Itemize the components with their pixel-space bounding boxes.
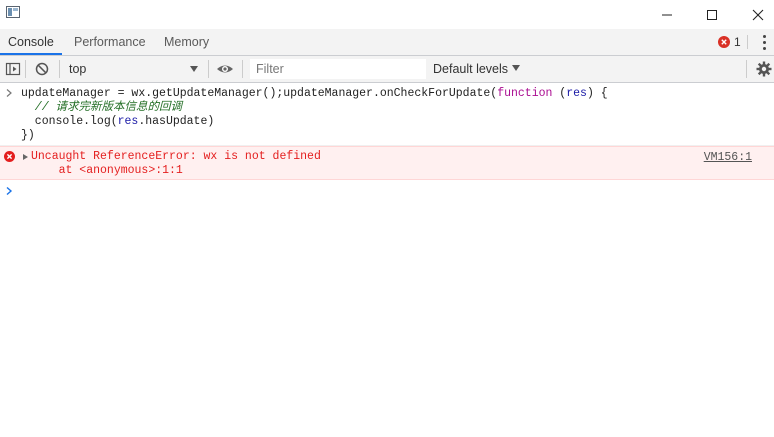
expand-triangle-icon[interactable] [23,154,28,160]
error-stack-trace: at <anonymous>:1:1 [31,164,183,177]
tab-console[interactable]: Console [0,29,62,55]
console-output[interactable]: updateManager = wx.getUpdateManager();up… [0,84,774,437]
code-text: updateManager = wx.getUpdateManager();up… [21,87,498,100]
live-expression-button[interactable] [216,61,233,77]
divider [59,60,60,78]
minimize-icon [662,14,672,15]
dropdown-arrow-icon [190,66,198,72]
clear-console-icon [35,62,49,76]
error-counter[interactable]: 1 [718,35,741,49]
filter-input[interactable] [251,60,425,78]
code-text: ) { [586,87,608,100]
filter-input-box[interactable] [250,59,426,79]
error-count: 1 [734,35,741,49]
sidebar-toggle-icon [5,62,21,76]
kebab-dot-icon [763,35,766,38]
close-icon [752,9,764,20]
console-prompt-icon[interactable] [5,186,13,196]
sidebar-toggle-button[interactable] [5,61,21,77]
code-line-3: console.log(res.hasUpdate) [21,115,214,129]
close-button[interactable] [735,0,774,29]
kebab-dot-icon [763,41,766,44]
console-input-entry[interactable]: updateManager = wx.getUpdateManager();up… [0,84,774,146]
code-param: res [117,115,139,128]
app-window-icon [6,6,20,18]
divider [242,60,243,78]
log-levels-dropdown[interactable]: Default levels [433,61,521,77]
chevron-right-icon [6,89,12,97]
divider [747,35,748,49]
tab-memory[interactable]: Memory [156,29,217,55]
gear-icon [756,61,772,77]
context-selector[interactable]: top [63,59,203,79]
divider [746,60,747,78]
code-comment: // 请求完新版本信息的回调 [21,101,183,114]
error-source-link[interactable]: VM156:1 [704,151,752,165]
code-text: console.log( [21,115,118,128]
minimize-button[interactable] [644,0,690,29]
tab-performance[interactable]: Performance [66,29,154,55]
divider [208,60,209,78]
console-settings-button[interactable] [756,61,772,77]
title-bar [0,0,774,29]
maximize-button[interactable] [689,0,735,29]
context-value: top [69,62,87,76]
clear-console-button[interactable] [34,61,50,77]
log-levels-label: Default levels [433,62,509,76]
kebab-dot-icon [763,47,766,50]
maximize-icon [707,9,717,20]
code-line-1: updateManager = wx.getUpdateManager();up… [21,87,608,101]
dropdown-arrow-icon [512,65,521,71]
eye-icon [217,65,233,73]
error-circle-icon [4,151,15,162]
devtools-tab-bar: Console Performance Memory 1 [0,29,774,56]
code-keyword: function [497,87,553,100]
console-error-entry[interactable]: Uncaught ReferenceError: wx is not defin… [0,146,774,180]
code-text: ( [552,87,567,100]
kebab-menu-button[interactable] [758,33,770,51]
code-line-4: }) [21,129,35,142]
error-message: Uncaught ReferenceError: wx is not defin… [31,150,321,163]
error-circle-icon [718,36,730,48]
code-text: .hasUpdate) [138,115,215,128]
console-toolbar: top Default levels [0,56,774,83]
code-param: res [566,87,587,100]
divider [25,60,26,78]
